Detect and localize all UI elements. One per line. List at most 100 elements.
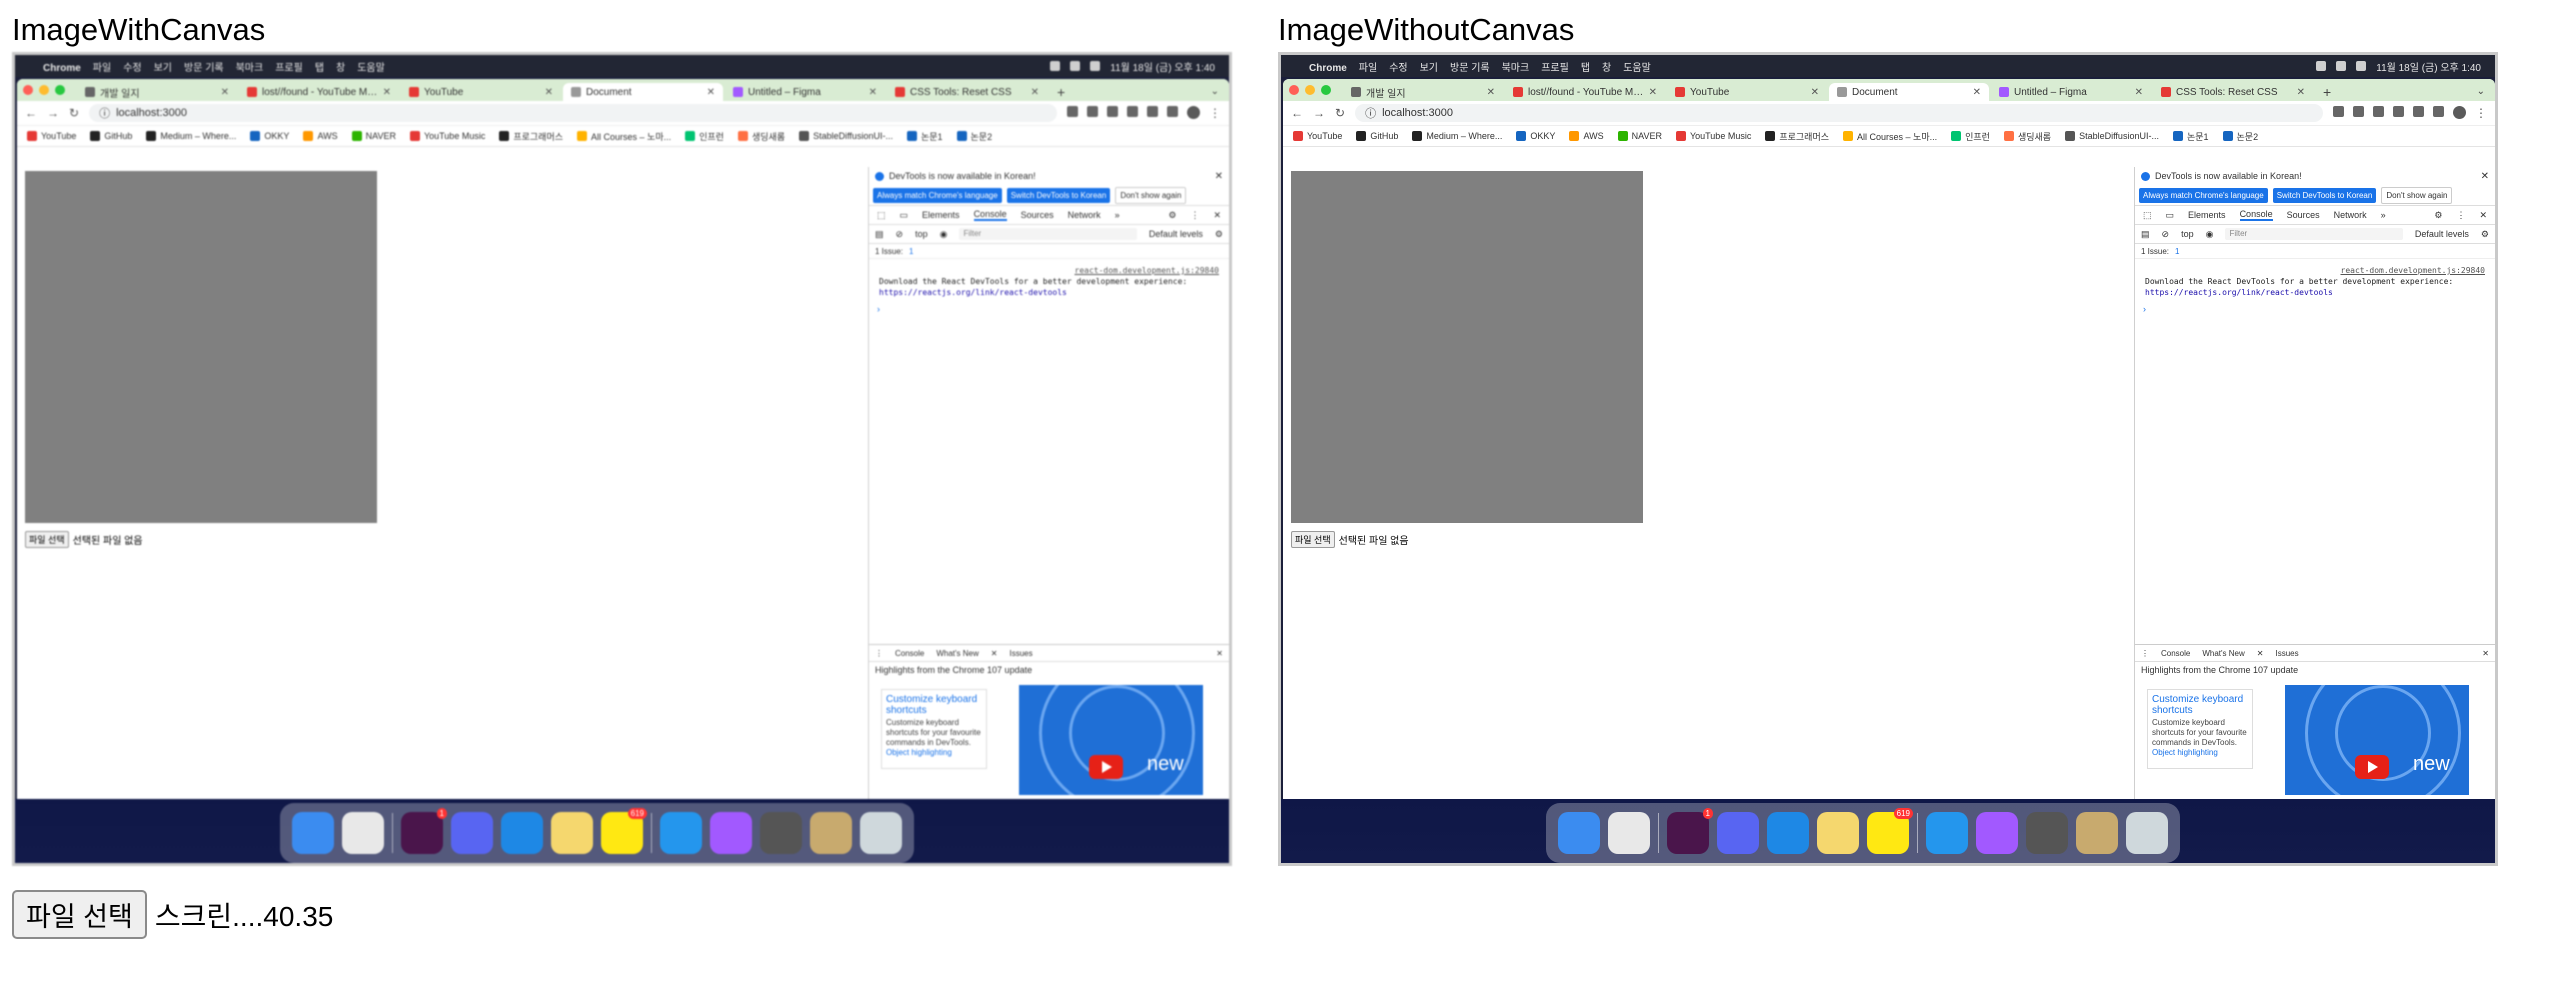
youtube-play-icon[interactable] bbox=[2355, 755, 2389, 779]
new-tab-button[interactable]: + bbox=[1049, 83, 1073, 101]
slack-icon[interactable]: 1 bbox=[401, 808, 447, 854]
menubar-item[interactable]: 탭 bbox=[1581, 63, 1590, 74]
league-icon[interactable] bbox=[810, 812, 852, 854]
browser-tab[interactable]: Untitled – Figma ✕ bbox=[725, 83, 885, 101]
calculator-icon[interactable] bbox=[760, 812, 802, 854]
address-bar[interactable]: ⓘ localhost:3000 bbox=[89, 104, 1057, 122]
close-devtools-icon[interactable]: ✕ bbox=[2479, 210, 2487, 221]
bookmark-item[interactable]: All Courses – 노마... bbox=[1843, 130, 1937, 143]
console-prompt[interactable]: › bbox=[869, 304, 1229, 314]
bookmark-star-icon[interactable] bbox=[1107, 106, 1118, 117]
trash-icon[interactable] bbox=[2126, 812, 2168, 854]
log-source-link[interactable]: react-dom.development.js:29840 bbox=[879, 265, 1220, 276]
promo-video[interactable]: new bbox=[2285, 685, 2469, 795]
settings-gear-icon[interactable]: ⚙ bbox=[2434, 210, 2442, 221]
eye-icon[interactable]: ◉ bbox=[940, 229, 948, 240]
drawer-tab-issues[interactable]: Issues bbox=[1010, 649, 1033, 658]
tab-close-icon[interactable]: ✕ bbox=[545, 87, 553, 98]
back-arrow-icon[interactable]: ← bbox=[25, 106, 37, 120]
bookmark-item[interactable]: GitHub bbox=[90, 131, 132, 141]
bookmark-item[interactable]: NAVER bbox=[351, 131, 396, 141]
calculator-icon[interactable] bbox=[2026, 812, 2068, 854]
chrome-icon[interactable] bbox=[342, 812, 384, 854]
bookmark-item[interactable]: 인프런 bbox=[685, 130, 724, 143]
bookmark-item[interactable]: 논문2 bbox=[2222, 130, 2258, 143]
translate-icon[interactable] bbox=[1067, 106, 1078, 117]
chrome-icon[interactable] bbox=[1608, 812, 1650, 854]
finder-icon[interactable] bbox=[1558, 812, 1600, 854]
kakaotalk-icon[interactable]: 619 bbox=[1867, 808, 1913, 854]
inspect-icon[interactable]: ⬚ bbox=[877, 210, 886, 221]
tab-network[interactable]: Network bbox=[1068, 210, 1101, 220]
browser-tab[interactable]: YouTube ✕ bbox=[1667, 83, 1827, 101]
menubar-item[interactable]: Chrome bbox=[1309, 63, 1347, 74]
youtube-play-icon[interactable] bbox=[1089, 755, 1123, 779]
reload-icon[interactable]: ↻ bbox=[1335, 106, 1345, 120]
always-match-button[interactable]: Always match Chrome's language bbox=[873, 187, 1002, 203]
drawer-tab-whats-new[interactable]: What's New bbox=[2202, 649, 2244, 658]
browser-tab[interactable]: lost//found - YouTube Music ✕ bbox=[239, 83, 399, 101]
tab-sources[interactable]: Sources bbox=[2287, 210, 2320, 220]
drawer-tab-console[interactable]: Console bbox=[2161, 649, 2190, 658]
devtools-menu-icon[interactable]: ⋮ bbox=[2456, 210, 2465, 221]
sidebar-toggle-icon[interactable]: ▤ bbox=[2141, 229, 2150, 240]
league-icon[interactable] bbox=[2076, 812, 2118, 854]
issues-bar[interactable]: 1 Issue: 1 bbox=[2135, 244, 2495, 259]
discord-icon[interactable] bbox=[451, 812, 493, 854]
bookmark-item[interactable]: 생딩새롬 bbox=[2003, 130, 2051, 143]
profile-avatar[interactable] bbox=[1187, 106, 1200, 119]
close-drawer-icon[interactable]: ✕ bbox=[2482, 649, 2489, 658]
docker-icon[interactable] bbox=[1926, 812, 1968, 854]
tab-sources[interactable]: Sources bbox=[1021, 210, 1054, 220]
tab-close-icon[interactable]: ✕ bbox=[383, 87, 391, 98]
back-arrow-icon[interactable]: ← bbox=[1291, 106, 1303, 120]
more-tabs-icon[interactable]: » bbox=[1115, 210, 1120, 220]
log-source-link[interactable]: react-dom.development.js:29840 bbox=[2145, 265, 2486, 276]
menubar-item[interactable]: 보기 bbox=[154, 63, 172, 74]
search-icon[interactable] bbox=[2356, 61, 2367, 71]
side-panel-icon[interactable] bbox=[2433, 106, 2444, 117]
log-link[interactable]: https://reactjs.org/link/react-devtools bbox=[879, 288, 1067, 297]
drawer-tab-close-icon[interactable]: ✕ bbox=[2257, 649, 2264, 658]
menubar-item[interactable]: 북마크 bbox=[236, 63, 264, 74]
translate-icon[interactable] bbox=[2333, 106, 2344, 117]
eye-icon[interactable]: ◉ bbox=[2206, 229, 2214, 240]
share-icon[interactable] bbox=[2353, 106, 2364, 117]
whats-new-card[interactable]: Customize keyboard shortcuts Customize k… bbox=[881, 689, 987, 769]
close-drawer-icon[interactable]: ✕ bbox=[1216, 649, 1223, 658]
status-icon[interactable] bbox=[1050, 61, 1061, 71]
context-select[interactable]: top bbox=[915, 229, 928, 239]
page-file-button[interactable]: 파일 선택 bbox=[1291, 531, 1335, 548]
figma-icon[interactable] bbox=[1976, 812, 2018, 854]
menubar-item[interactable]: 탭 bbox=[315, 63, 324, 74]
more-tabs-icon[interactable]: » bbox=[2381, 210, 2386, 220]
status-icon[interactable] bbox=[2316, 61, 2327, 71]
page-file-button[interactable]: 파일 선택 bbox=[25, 531, 69, 548]
browser-tab[interactable]: lost//found - YouTube Music ✕ bbox=[1505, 83, 1665, 101]
bookmark-item[interactable]: 논문1 bbox=[2172, 130, 2209, 143]
maximize-window-icon[interactable] bbox=[1321, 85, 1331, 95]
share-icon[interactable] bbox=[1087, 106, 1098, 117]
devtools-menu-icon[interactable]: ⋮ bbox=[1190, 210, 1199, 221]
menubar-item[interactable]: 보기 bbox=[1420, 63, 1438, 74]
console-settings-icon[interactable]: ⚙ bbox=[1215, 229, 1223, 240]
drawer-tab-console[interactable]: Console bbox=[895, 649, 924, 658]
filter-input[interactable]: Filter bbox=[959, 228, 1137, 240]
browser-tab[interactable]: 개발 일지 ✕ bbox=[77, 83, 237, 101]
bookmark-item[interactable]: AWS bbox=[1569, 131, 1604, 141]
info-icon[interactable]: ⓘ bbox=[1365, 105, 1376, 121]
reading-list-icon[interactable] bbox=[1147, 106, 1158, 117]
tab-close-icon[interactable]: ✕ bbox=[1649, 87, 1657, 98]
tab-close-icon[interactable]: ✕ bbox=[221, 87, 229, 98]
menubar-datetime[interactable]: 11월 18일 (금) 오후 1:40 bbox=[2376, 59, 2481, 74]
bookmark-item[interactable]: YouTube Music bbox=[409, 131, 485, 141]
always-match-button[interactable]: Always match Chrome's language bbox=[2139, 187, 2268, 203]
more-menu-icon[interactable]: ⋮ bbox=[1209, 106, 1221, 120]
card-title[interactable]: Customize keyboard shortcuts bbox=[886, 694, 982, 716]
drawer-tab-close-icon[interactable]: ✕ bbox=[991, 649, 998, 658]
profile-avatar[interactable] bbox=[2453, 106, 2466, 119]
console-settings-icon[interactable]: ⚙ bbox=[2481, 229, 2489, 240]
trash-icon[interactable] bbox=[860, 812, 902, 854]
tab-console[interactable]: Console bbox=[2239, 209, 2273, 221]
extensions-icon[interactable] bbox=[1127, 106, 1138, 117]
